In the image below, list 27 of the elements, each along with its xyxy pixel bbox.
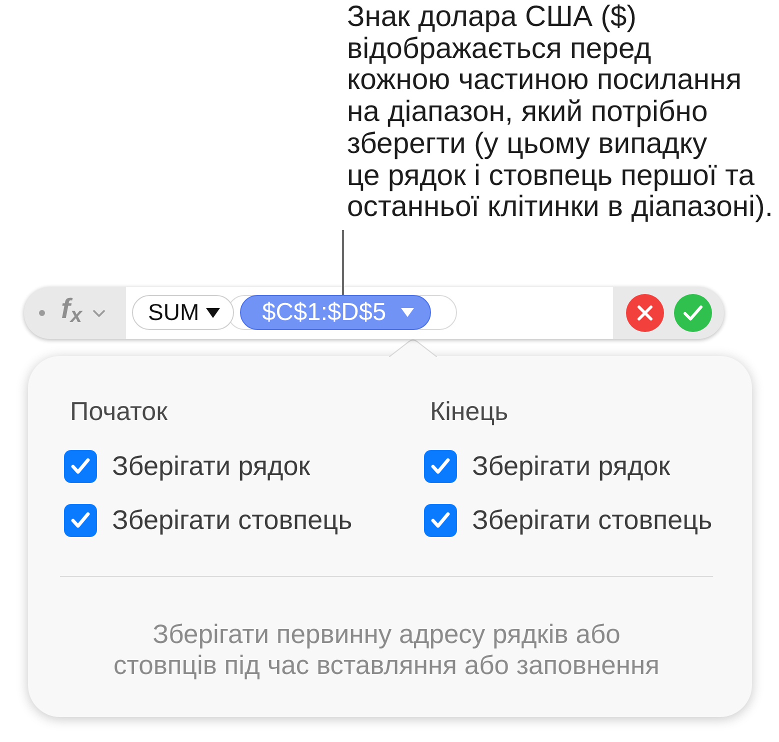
leader-line	[342, 230, 344, 295]
cancel-button[interactable]	[626, 294, 664, 332]
column-heading: Кінець	[429, 396, 508, 426]
checkmark-icon	[71, 512, 90, 528]
checkbox-label[interactable]: Зберігати стовпець	[112, 504, 352, 536]
close-icon	[637, 304, 653, 321]
check-icon	[683, 304, 703, 321]
checkbox[interactable]	[64, 504, 97, 537]
checkbox[interactable]	[64, 450, 97, 483]
checkmark-icon	[431, 512, 450, 528]
checkmark-icon	[71, 458, 90, 474]
checkbox[interactable]	[424, 504, 457, 537]
checkbox-label[interactable]: Зберігати стовпець	[472, 504, 712, 536]
caret-icon	[401, 308, 414, 318]
checkmark-icon	[431, 458, 450, 474]
caret-icon	[206, 308, 220, 318]
function-token[interactable]: SUM	[132, 295, 234, 330]
checkbox[interactable]	[424, 450, 457, 483]
formula-field[interactable]: SUM $C$1:$D$5	[126, 286, 613, 339]
checkbox-label[interactable]: Зберігати рядок	[112, 450, 310, 482]
accept-button[interactable]	[674, 294, 712, 332]
dot-icon	[39, 310, 45, 316]
checkbox-label[interactable]: Зберігати рядок	[472, 450, 670, 482]
callout-text: Знак долара США ($) відображається перед кожною частиною посилання на діапазон, який потрібно зберегти (у цьому випадку це рядок і стовпець першої та останньої клітинки в діапазоні).	[347, 0, 773, 223]
column-heading: Початок	[69, 396, 168, 426]
chevron-icon	[93, 310, 106, 318]
footer-description: Зберігати первинну адресу рядків або стовпців під час вставляння або заповнення	[112, 619, 660, 682]
